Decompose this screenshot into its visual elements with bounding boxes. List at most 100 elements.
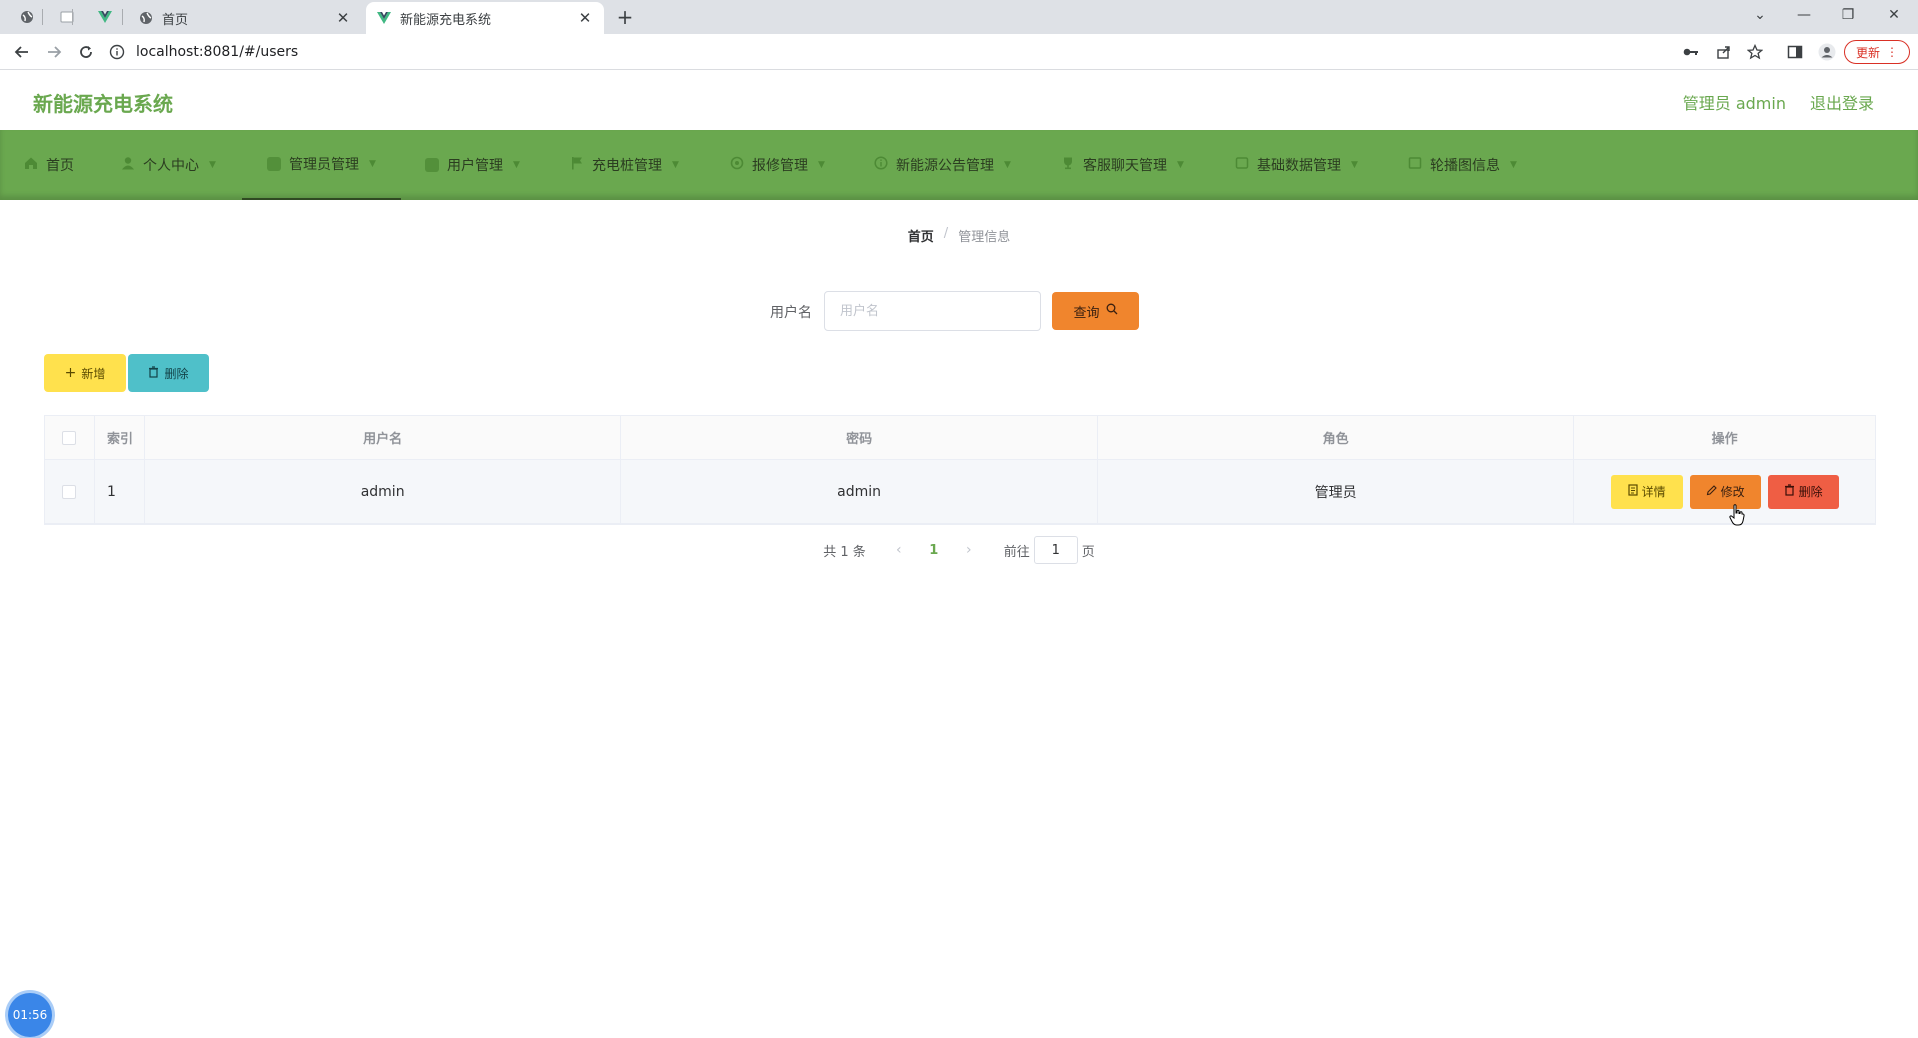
vue-logo-icon — [98, 11, 112, 23]
minimize-button[interactable]: — — [1782, 0, 1826, 30]
window-close-button[interactable]: ✕ — [1872, 0, 1916, 30]
chevron-down-icon: ▼ — [209, 160, 216, 170]
pinned-tab-blank[interactable] — [54, 6, 80, 28]
prev-page-chevron-icon[interactable]: ‹ — [884, 542, 914, 558]
side-panel-icon[interactable] — [1784, 42, 1806, 62]
nav-item-label: 个人中心 — [143, 158, 199, 174]
query-label: 查询 — [1073, 305, 1100, 321]
nav-item-home[interactable]: 首页 — [24, 130, 74, 200]
tab-separator — [42, 9, 43, 25]
nav-item-personal-center[interactable]: 个人中心 ▼ — [121, 130, 216, 200]
main-nav-menu: 首页 个人中心 ▼ 管理员管理 ▼ 用户管理 ▼ 充电桩管理 ▼ 报修管理 ▼ … — [0, 130, 1918, 200]
nav-item-chat-management[interactable]: 客服聊天管理 ▼ — [1061, 130, 1184, 200]
flag-icon — [570, 156, 584, 174]
nav-item-label: 客服聊天管理 — [1083, 158, 1167, 174]
bookmark-star-icon[interactable] — [1744, 42, 1766, 62]
select-all-checkbox[interactable] — [62, 430, 77, 445]
home-icon — [24, 156, 38, 174]
nav-item-charger-management[interactable]: 充电桩管理 ▼ — [570, 130, 679, 200]
goto-prefix: 前往 — [1003, 544, 1030, 560]
detail-button[interactable]: 详情 — [1610, 474, 1683, 509]
edit-pencil-icon — [1706, 484, 1717, 499]
user-icon — [121, 156, 135, 174]
logout-link[interactable]: 退出登录 — [1810, 90, 1874, 114]
next-page-chevron-icon[interactable]: › — [954, 542, 984, 558]
goto-suffix: 页 — [1081, 544, 1095, 560]
reload-icon[interactable] — [72, 39, 100, 65]
tab-search-chevron-icon[interactable]: ⌄ — [1738, 0, 1782, 30]
chevron-down-icon: ▼ — [672, 160, 679, 170]
users-table: 索引 用户名 密码 角色 操作 1 admin admin 管理员 详情 修改 — [44, 415, 1876, 525]
nav-item-label: 报修管理 — [752, 158, 808, 174]
app-header: 新能源充电系统 管理员 admin 退出登录 — [0, 70, 1918, 130]
nav-item-repair-management[interactable]: 报修管理 ▼ — [730, 130, 825, 200]
url-field[interactable]: localhost:8081/#/users — [108, 38, 1748, 66]
new-tab-button[interactable]: + — [612, 5, 638, 29]
nav-item-base-data-management[interactable]: 基础数据管理 ▼ — [1235, 130, 1358, 200]
edit-button[interactable]: 修改 — [1689, 474, 1761, 509]
nav-item-label: 基础数据管理 — [1257, 158, 1341, 174]
cell-role: 管理员 — [1098, 460, 1575, 523]
vue-logo-icon — [376, 10, 392, 26]
header-index: 索引 — [95, 416, 145, 459]
app-brand-title: 新能源充电系统 — [33, 92, 173, 116]
pagination-jumper: 前往 页 — [1004, 536, 1095, 564]
header-username: 用户名 — [145, 416, 622, 459]
nav-item-carousel-info[interactable]: 轮播图信息 ▼ — [1408, 130, 1517, 200]
cell-operations: 详情 修改 删除 — [1574, 460, 1875, 523]
site-info-icon[interactable] — [108, 43, 126, 61]
nav-item-label: 管理员管理 — [289, 157, 360, 173]
nav-item-announcement-management[interactable]: 新能源公告管理 ▼ — [874, 130, 1011, 200]
breadcrumb-home[interactable]: 首页 — [908, 226, 934, 245]
pinned-tab-globe[interactable] — [14, 6, 40, 28]
page-number-current[interactable]: 1 — [914, 543, 954, 558]
share-icon[interactable] — [1713, 42, 1735, 62]
header-role: 角色 — [1098, 416, 1575, 459]
browser-update-button[interactable]: 更新 ⋮ — [1844, 40, 1910, 64]
detail-label: 详情 — [1641, 485, 1666, 499]
plus-icon: + — [64, 365, 77, 381]
select-all-cell — [45, 416, 95, 459]
profile-avatar-icon[interactable] — [1816, 42, 1838, 62]
url-text: localhost:8081/#/users — [136, 44, 299, 60]
header-user-area: 管理员 admin 退出登录 — [1683, 90, 1874, 114]
tab-active-app[interactable]: 新能源充电系统 ✕ — [366, 2, 604, 34]
chevron-down-icon: ▼ — [1177, 160, 1184, 170]
back-arrow-icon[interactable] — [8, 39, 36, 65]
key-icon[interactable] — [1680, 42, 1702, 62]
delete-label: 删除 — [164, 366, 189, 381]
edit-label: 修改 — [1720, 485, 1745, 499]
row-checkbox[interactable] — [62, 484, 77, 499]
goto-page-input[interactable] — [1033, 536, 1078, 564]
globe-icon — [138, 10, 154, 26]
close-icon[interactable]: ✕ — [576, 9, 594, 27]
recording-timer-badge[interactable]: 01:56 — [8, 993, 52, 1037]
row-delete-button[interactable]: 删除 — [1767, 474, 1839, 509]
batch-delete-button[interactable]: 删除 — [128, 354, 209, 392]
restore-button[interactable]: ❐ — [1826, 0, 1870, 30]
nav-item-label: 用户管理 — [447, 158, 503, 174]
search-icon — [1106, 303, 1118, 319]
forward-arrow-icon[interactable] — [40, 39, 68, 65]
username-search-input[interactable] — [824, 291, 1041, 331]
pinned-tab-vue[interactable] — [92, 6, 118, 28]
chevron-down-icon: ▼ — [1351, 160, 1358, 170]
header-operations: 操作 — [1711, 432, 1738, 447]
users-icon — [425, 158, 439, 172]
query-button[interactable]: 查询 — [1052, 292, 1139, 330]
info-circle-icon — [874, 156, 888, 174]
nav-item-admin-management[interactable]: 管理员管理 ▼ — [242, 130, 401, 200]
tab-home[interactable]: 首页 ✕ — [128, 2, 362, 34]
username-search-label: 用户名 — [770, 305, 812, 321]
nav-item-label: 充电桩管理 — [592, 158, 662, 174]
nav-item-user-management[interactable]: 用户管理 ▼ — [425, 130, 520, 200]
close-icon[interactable]: ✕ — [334, 9, 352, 27]
add-button[interactable]: + 新增 — [44, 354, 126, 392]
pagination: 共 1 条 ‹ 1 › 前往 页 — [0, 536, 1918, 564]
add-label: 新增 — [81, 366, 106, 381]
tab-title: 首页 — [162, 12, 189, 28]
tab-separator — [72, 9, 73, 25]
header-password: 密码 — [621, 416, 1098, 459]
globe-icon — [21, 11, 33, 23]
nav-item-label: 新能源公告管理 — [896, 158, 994, 174]
